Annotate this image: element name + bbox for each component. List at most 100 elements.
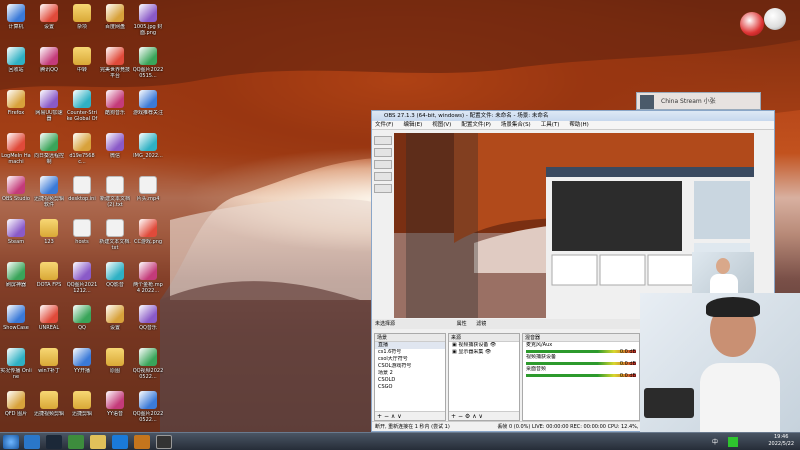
- source-item[interactable]: ▣ 视频捕获设备 👁: [449, 342, 519, 349]
- add-icon[interactable]: +: [451, 413, 456, 420]
- desktop-icon[interactable]: d19e7568c...: [66, 131, 98, 175]
- desktop-icon[interactable]: 片头.mp4: [132, 174, 164, 218]
- desktop-icon[interactable]: 设置: [99, 303, 131, 347]
- menu-item[interactable]: 帮助(H): [569, 122, 588, 128]
- menu-item[interactable]: 配置文件(P): [461, 122, 491, 128]
- tool-button[interactable]: [374, 184, 392, 193]
- desktop-icon[interactable]: win7补丁: [33, 346, 65, 390]
- desktop-icon[interactable]: 中转: [66, 45, 98, 89]
- remove-icon[interactable]: −: [458, 413, 463, 420]
- desktop-icon[interactable]: 杂项: [66, 2, 98, 46]
- desktop-icon[interactable]: QQ影音: [99, 260, 131, 304]
- desktop-icon[interactable]: 网易UU加速器: [33, 88, 65, 132]
- scene-item[interactable]: 场景 2: [375, 370, 445, 377]
- desktop-icon[interactable]: Counter-Strike Global Off...: [66, 88, 98, 132]
- desktop-icon-label: 两个金枪.mp4 2022...: [133, 282, 163, 294]
- desktop-icon[interactable]: 123: [33, 217, 65, 261]
- desktop-icon[interactable]: Steam: [0, 217, 32, 261]
- start-button[interactable]: [3, 435, 19, 449]
- desktop-icon[interactable]: Firefox: [0, 88, 32, 132]
- desktop-icon[interactable]: DOTA FPS: [33, 260, 65, 304]
- menu-item[interactable]: 场景集合(S): [501, 122, 531, 128]
- filters-button[interactable]: 滤镜: [476, 321, 486, 327]
- down-icon[interactable]: ∨: [479, 413, 483, 420]
- desktop-icon[interactable]: 回收站: [0, 45, 32, 89]
- scene-item[interactable]: CSOL游戏符号: [375, 363, 445, 370]
- widget-icon[interactable]: [764, 8, 786, 30]
- scene-item[interactable]: cs1.6符号: [375, 349, 445, 356]
- menu-item[interactable]: 编辑(E): [403, 122, 422, 128]
- desktop-icon[interactable]: QQ: [66, 303, 98, 347]
- desktop-icon[interactable]: CC游戏.png: [132, 217, 164, 261]
- desktop-icon[interactable]: 迅捷剪辑: [66, 389, 98, 433]
- desktop-icon[interactable]: 百度网盘: [99, 2, 131, 46]
- desktop-icon[interactable]: UNREAL: [33, 303, 65, 347]
- menu-item[interactable]: 文件(F): [375, 122, 393, 128]
- tool-button[interactable]: [374, 148, 392, 157]
- desktop-icon[interactable]: QQ图片20211212...: [66, 260, 98, 304]
- desktop-icon[interactable]: 原图: [99, 346, 131, 390]
- menu-item[interactable]: 工具(T): [541, 122, 560, 128]
- desktop-icon[interactable]: IMG_2022...: [132, 131, 164, 175]
- desktop-icon[interactable]: 向日葵远程控制: [33, 131, 65, 175]
- widget-icon[interactable]: [740, 12, 764, 36]
- ime-indicator[interactable]: 中: [712, 437, 718, 446]
- taskbar-app-icon[interactable]: [156, 435, 172, 449]
- desktop-icon[interactable]: ShowCase: [0, 303, 32, 347]
- desktop-icon[interactable]: 微信: [99, 131, 131, 175]
- desktop-icon[interactable]: 腾讯QQ: [33, 45, 65, 89]
- scene-item[interactable]: CSOLD: [375, 377, 445, 384]
- desktop-icon[interactable]: hosts: [66, 217, 98, 261]
- scene-item[interactable]: 直播: [375, 342, 445, 349]
- desktop-icon[interactable]: 迅捷视频剪辑: [33, 389, 65, 433]
- taskbar-app-icon[interactable]: [68, 435, 84, 449]
- properties-button[interactable]: 属性: [457, 321, 467, 327]
- desktop-icon[interactable]: QFD 图片: [0, 389, 32, 433]
- gear-icon[interactable]: ⚙: [465, 413, 470, 420]
- taskbar-app-icon[interactable]: [134, 435, 150, 449]
- visibility-icon[interactable]: 👁: [488, 342, 496, 348]
- desktop-icon[interactable]: 设置: [33, 2, 65, 46]
- desktop-icon[interactable]: YY语音: [99, 389, 131, 433]
- source-item[interactable]: ▣ 显示器采集 👁: [449, 349, 519, 356]
- taskbar-app-icon[interactable]: [112, 435, 128, 449]
- desktop-icon[interactable]: QQ视频20220522...: [132, 346, 164, 390]
- menu-item[interactable]: 视图(V): [432, 122, 451, 128]
- desktop-icon[interactable]: QQ图片20220515...: [132, 45, 164, 89]
- desktop-icon[interactable]: 新建文本文档.txt: [99, 217, 131, 261]
- desktop-icon[interactable]: 酷狗音乐: [99, 88, 131, 132]
- desktop-icon[interactable]: 两个金枪.mp4 2022...: [132, 260, 164, 304]
- scene-item[interactable]: csol大厅符号: [375, 356, 445, 363]
- desktop-icon[interactable]: 游戏推荐关注: [132, 88, 164, 132]
- tool-button[interactable]: [374, 136, 392, 145]
- tool-button[interactable]: [374, 160, 392, 169]
- desktop-icon[interactable]: 新建文本文档 (2).txt: [99, 174, 131, 218]
- down-icon[interactable]: ∨: [397, 413, 401, 420]
- desktop-icon[interactable]: 完美世界竞技平台: [99, 45, 131, 89]
- taskbar-app-icon[interactable]: [90, 435, 106, 449]
- desktop-icon[interactable]: 1005.jpg 封面.png: [132, 2, 164, 46]
- taskbar-app-icon[interactable]: [46, 435, 62, 449]
- clock[interactable]: 19:46 2022/5/22: [768, 434, 794, 448]
- desktop-icon-label: 网易UU加速器: [35, 110, 63, 122]
- remove-icon[interactable]: −: [384, 413, 389, 420]
- desktop-icon[interactable]: LogMeIn Hamachi: [0, 131, 32, 175]
- desktop-icon[interactable]: YY开播: [66, 346, 98, 390]
- desktop-icon[interactable]: QQ图片20220522...: [132, 389, 164, 433]
- visibility-icon[interactable]: 👁: [483, 349, 491, 355]
- desktop-icon[interactable]: 计算机: [0, 2, 32, 46]
- desktop-icon[interactable]: QQ音乐: [132, 303, 164, 347]
- up-icon[interactable]: ∧: [391, 413, 395, 420]
- taskbar-app-icon[interactable]: [24, 435, 40, 449]
- obs-titlebar[interactable]: OBS 27.1.3 (64-bit, windows) - 配置文件: 未命名…: [372, 111, 774, 121]
- desktop-icon[interactable]: 刷屏神器: [0, 260, 32, 304]
- desktop-icon[interactable]: 实况传播 Online: [0, 346, 32, 390]
- add-icon[interactable]: +: [377, 413, 382, 420]
- chat-notification[interactable]: China Stream 小张: [636, 92, 761, 110]
- scene-item[interactable]: CSGO: [375, 384, 445, 391]
- desktop-icon[interactable]: OBS Studio: [0, 174, 32, 218]
- desktop-icon[interactable]: desktop.ini: [66, 174, 98, 218]
- desktop-icon[interactable]: 迅捷视频剪辑软件: [33, 174, 65, 218]
- up-icon[interactable]: ∧: [472, 413, 476, 420]
- tool-button[interactable]: [374, 172, 392, 181]
